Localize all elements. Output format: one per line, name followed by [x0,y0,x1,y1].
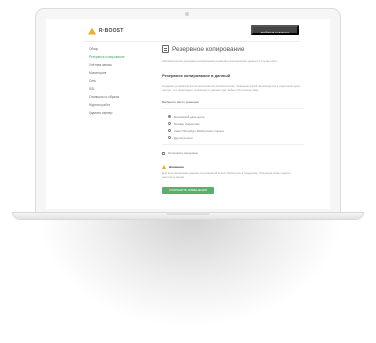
sidebar-item-delete-server[interactable]: Удалить сервер [89,109,151,117]
warning-title: Внимание [169,165,184,169]
header-action-button[interactable]: ВОЙТИ В КАБИНЕТ [251,25,299,35]
main-content: Резервное копирование Автоматическое рез… [162,43,304,194]
storage-option-label: Москва, Лефортово [174,121,200,126]
save-changes-button[interactable]: СОХРАНИТЬ ИЗМЕНЕНИЯ [162,187,214,194]
page-title-row: Резервное копирование [162,43,304,55]
backup-icon [162,45,169,53]
radio-icon[interactable] [168,136,171,139]
sidebar-item-account[interactable]: Учётная запись [89,61,151,69]
checkbox-icon[interactable] [162,151,165,155]
camera-icon [185,12,189,16]
section-paragraph: Создание резервной копии выполняется авт… [162,84,301,92]
warning-icon [162,165,166,169]
daily-backup-checkbox-row[interactable]: Копировать ежедневно [162,149,304,157]
header-divider [84,41,300,42]
radio-icon[interactable] [168,129,171,132]
storage-option-label: Московский дата-центр [174,114,205,119]
sidebar-item-ssl[interactable]: SSL [89,85,151,93]
storage-options: Московский дата-центр Москва, Лефортово … [162,108,304,145]
sidebar-item-snapshots[interactable]: Снапшоты и образы [89,93,151,101]
radio-icon[interactable] [168,122,171,125]
lead-text: Автоматическое резервное копирование поз… [162,59,278,63]
storage-option[interactable]: Московский дата-центр [168,113,304,120]
storage-option[interactable]: Москва, Лефортово [168,120,304,127]
sidebar-item-monitoring[interactable]: Мониторинг [89,69,151,77]
sidebar: Обзор Резервное копирование Учётная запи… [89,45,151,117]
logo-icon [88,27,96,35]
laptop-notch [166,212,210,215]
warning-text: Для восстановления данных из резервной к… [162,171,291,179]
sidebar-item-network[interactable]: Сеть [89,77,151,85]
storage-option-label: Санкт-Петербург, Выборгская сторона [174,128,224,133]
section-title: Резервное копирование в данный [162,73,231,78]
page-title: Резервное копирование [172,45,245,53]
storage-option[interactable]: Другой регион [168,134,304,141]
laptop-screen: R·BOOST ВОЙТИ В КАБИНЕТ Обзор Резервное … [46,19,330,209]
sidebar-item-backup[interactable]: Резервное копирование [89,53,151,61]
logo-text: R·BOOST [99,28,124,34]
sidebar-item-log[interactable]: Журнал работ [89,101,151,109]
sidebar-item-overview[interactable]: Обзор [89,45,151,53]
warning-heading: Внимание [162,165,304,169]
laptop-shadow [40,215,340,325]
radio-icon[interactable] [168,115,171,118]
storage-option[interactable]: Санкт-Петербург, Выборгская сторона [168,127,304,134]
storage-subhead: Выберите место хранения [162,100,199,104]
daily-backup-label: Копировать ежедневно [168,151,199,155]
storage-option-label: Другой регион [174,135,193,140]
logo[interactable]: R·BOOST [88,27,123,35]
